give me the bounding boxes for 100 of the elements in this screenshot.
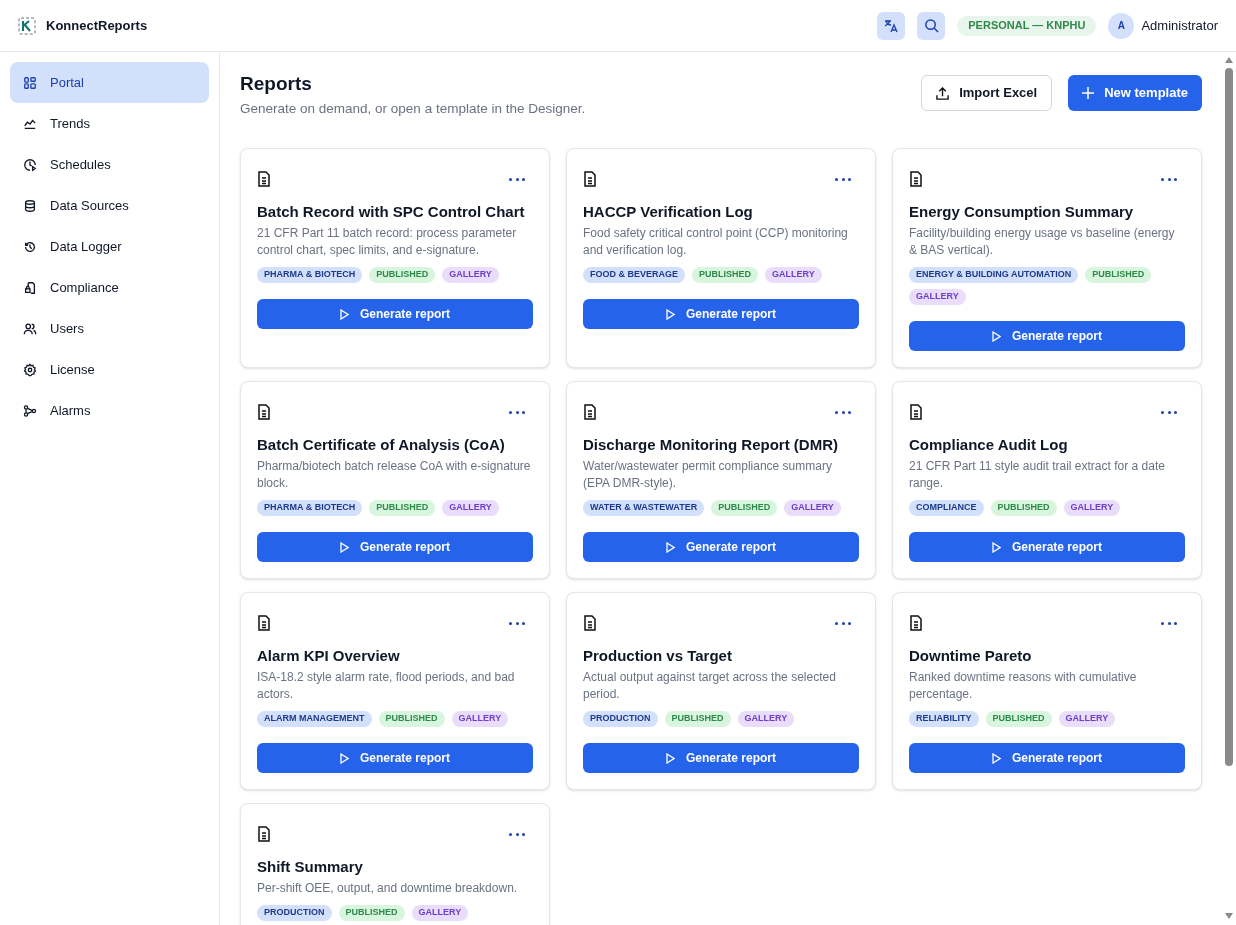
more-options-icon[interactable] [509, 409, 525, 415]
tag: PUBLISHED [990, 500, 1057, 516]
sidebar-item[interactable]: Schedules [10, 144, 209, 185]
more-options-icon[interactable] [509, 620, 525, 626]
translate-icon [884, 18, 899, 33]
tag: PRODUCTION [257, 905, 332, 921]
generate-report-button[interactable]: Generate report [257, 532, 533, 562]
logo-icon [18, 16, 36, 35]
document-icon [583, 615, 597, 631]
card-title: Energy Consumption Summary [909, 202, 1135, 222]
document-icon [257, 404, 271, 420]
scroll-down-icon[interactable] [1224, 912, 1234, 920]
app-title: KonnectReports [46, 16, 148, 35]
generate-report-button[interactable]: Generate report [909, 321, 1185, 351]
sidebar-item[interactable]: Trends [10, 103, 209, 144]
share-nodes-icon [23, 403, 37, 418]
sidebar-item[interactable]: Alarms [10, 390, 209, 431]
card-description: Actual output against target across the selected period. [583, 669, 837, 703]
play-icon [666, 541, 675, 553]
more-options-icon[interactable] [1161, 620, 1177, 626]
scroll-up-icon[interactable] [1224, 56, 1234, 64]
card-description: Water/wastewater permit compliance summary (EPA DMR-style). [583, 458, 833, 492]
play-icon [992, 752, 1001, 764]
tag: PUBLISHED [338, 905, 405, 921]
gear-icon [23, 362, 37, 377]
sidebar-item[interactable]: Data Logger [10, 226, 209, 267]
play-icon [992, 330, 1001, 342]
more-options-icon[interactable] [835, 409, 851, 415]
sidebar-item[interactable]: License [10, 349, 209, 390]
tag: PHARMA & BIOTECH [257, 267, 363, 283]
new-template-button[interactable]: New template [1068, 75, 1202, 111]
card-description: ISA-18.2 style alarm rate, flood periods, and bad actors. [257, 669, 516, 703]
tag: PUBLISHED [378, 711, 445, 727]
sidebar-item[interactable]: Data Sources [10, 185, 209, 226]
more-options-icon[interactable] [1161, 409, 1177, 415]
card-description: Pharma/biotech batch release CoA with e-signature block. [257, 458, 532, 492]
card-title: Shift Summary [257, 857, 364, 877]
more-options-icon[interactable] [1161, 176, 1177, 182]
generate-report-button[interactable]: Generate report [583, 299, 859, 329]
tag: PUBLISHED [711, 500, 778, 516]
play-icon [666, 308, 675, 320]
tag: GALLERY [451, 711, 509, 727]
play-icon [340, 541, 349, 553]
database-icon [23, 198, 37, 213]
more-options-icon[interactable] [509, 831, 525, 837]
tag: PHARMA & BIOTECH [257, 500, 363, 516]
generate-report-button[interactable]: Generate report [257, 743, 533, 773]
generate-report-button[interactable]: Generate report [583, 743, 859, 773]
tag: PUBLISHED [985, 711, 1052, 727]
generate-report-button[interactable]: Generate report [909, 743, 1185, 773]
document-icon [257, 615, 271, 631]
import-button[interactable]: Import Excel [921, 75, 1053, 111]
card-title: Downtime Pareto [909, 646, 1033, 666]
tag: GALLERY [442, 500, 499, 516]
tag: GALLERY [784, 500, 841, 516]
generate-report-button[interactable]: Generate report [583, 532, 859, 562]
upload-icon [936, 86, 950, 100]
workspace-badge: PERSONAL — KNPHU [957, 15, 1097, 36]
tag: GALLERY [737, 711, 795, 727]
page-subtitle: Generate on demand, or open a template in the Designer. [240, 101, 586, 117]
tag: PUBLISHED [369, 500, 436, 516]
card-title: Production vs Target [583, 646, 733, 666]
card-description: Per-shift OEE, output, and downtime breakdown. [257, 880, 519, 897]
generate-report-button[interactable]: Generate report [909, 532, 1185, 562]
card-description: Facility/building energy usage vs baseline (energy & BAS vertical). [909, 225, 1176, 259]
document-icon [909, 171, 923, 187]
document-icon [583, 171, 597, 187]
more-options-icon[interactable] [835, 176, 851, 182]
sidebar-item[interactable]: Portal [10, 62, 209, 103]
tag: GALLERY [909, 289, 966, 305]
page-title: Reports [240, 72, 313, 96]
tag: GALLERY [765, 267, 822, 283]
sidebar-item[interactable]: Users [10, 308, 209, 349]
generate-report-button[interactable]: Generate report [257, 299, 533, 329]
card-description: 21 CFR Part 11 style audit trail extract for a date range. [909, 458, 1166, 492]
scrollbar-thumb[interactable] [1225, 68, 1233, 766]
card-title: Batch Certificate of Analysis (CoA) [257, 435, 506, 455]
sidebar-item[interactable]: Compliance [10, 267, 209, 308]
play-icon [340, 308, 349, 320]
more-options-icon[interactable] [509, 176, 525, 182]
tag: WATER & WASTEWATER [583, 500, 705, 516]
tag: GALLERY [411, 905, 469, 921]
tag: ALARM MANAGEMENT [257, 711, 372, 727]
tag: PUBLISHED [692, 267, 759, 283]
search-button[interactable] [917, 11, 946, 40]
play-icon [992, 541, 1001, 553]
user-avatar: A [1108, 12, 1135, 39]
plus-icon [1082, 87, 1095, 99]
grid-icon [23, 75, 37, 90]
translate-button[interactable] [877, 11, 906, 40]
card-description: Ranked downtime reasons with cumulative percentage. [909, 669, 1138, 703]
tag: PUBLISHED [664, 711, 731, 727]
document-icon [257, 826, 271, 842]
tag: GALLERY [1058, 711, 1116, 727]
document-lock-icon [23, 280, 37, 295]
tag: PUBLISHED [1085, 267, 1152, 283]
tag: ENERGY & BUILDING AUTOMATION [909, 267, 1079, 283]
more-options-icon[interactable] [835, 620, 851, 626]
tag: PUBLISHED [369, 267, 436, 283]
users-icon [23, 321, 37, 336]
